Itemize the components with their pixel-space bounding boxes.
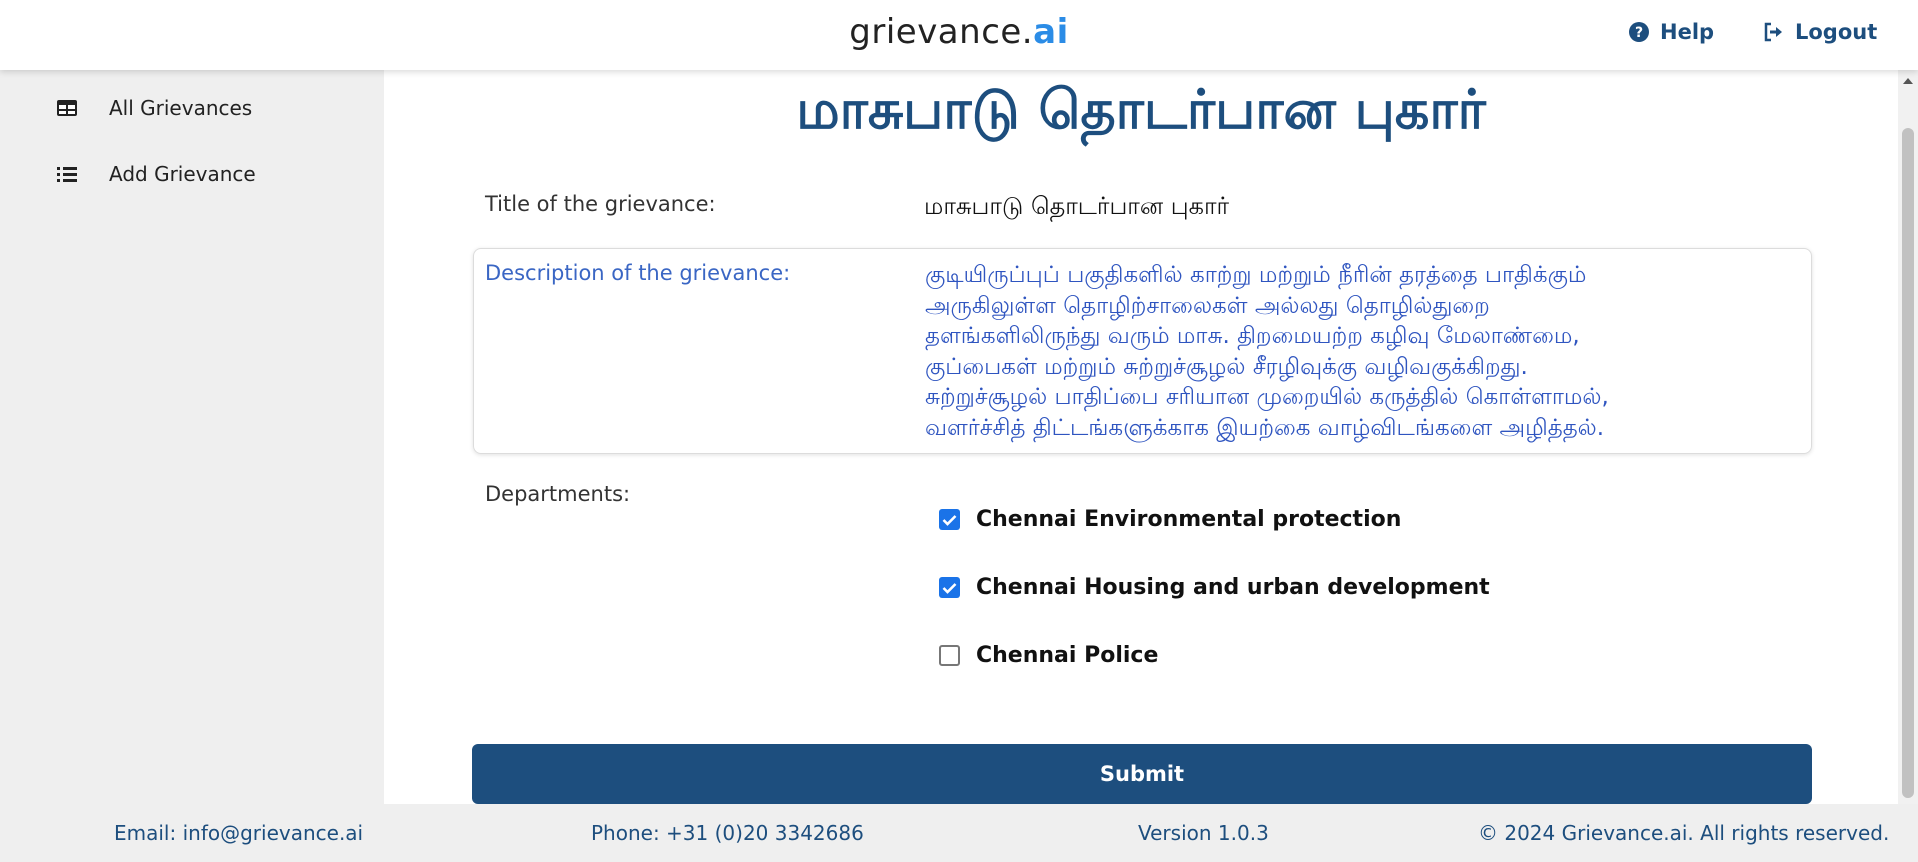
brand-name: grievance. xyxy=(849,12,1034,52)
department-label: Chennai Housing and urban development xyxy=(976,575,1490,600)
checkbox-checked[interactable] xyxy=(939,577,960,598)
description-value: குடியிருப்புப் பகுதிகளில் காற்று மற்றும்… xyxy=(925,262,1609,441)
sidebar-item-label: Add Grievance xyxy=(109,162,256,186)
page-title: மாசுபாடு தொடர்பான புகார் xyxy=(796,78,1486,141)
footer-phone: Phone: +31 (0)20 3342686 xyxy=(591,821,864,845)
department-label: Chennai Police xyxy=(976,643,1159,668)
logout-label: Logout xyxy=(1795,20,1878,44)
sidebar-item-all-grievances[interactable]: All Grievances xyxy=(55,96,252,120)
table-icon xyxy=(55,96,79,120)
description-label: Description of the grievance: xyxy=(485,261,791,285)
sign-out-icon xyxy=(1763,21,1785,43)
submit-button[interactable]: Submit xyxy=(472,744,1812,804)
department-option-environmental[interactable]: Chennai Environmental protection xyxy=(939,507,1401,532)
title-label: Title of the grievance: xyxy=(485,192,716,216)
footer-email[interactable]: Email: info@grievance.ai xyxy=(114,821,363,845)
list-icon xyxy=(55,162,79,186)
description-box[interactable]: Description of the grievance: குடியிருப்… xyxy=(473,248,1812,454)
scrollbar[interactable] xyxy=(1898,70,1918,804)
scroll-thumb[interactable] xyxy=(1902,128,1914,798)
help-label: Help xyxy=(1660,20,1715,44)
top-header: grievance.ai ? Help Logout xyxy=(0,0,1918,70)
checkbox-unchecked[interactable] xyxy=(939,645,960,666)
scroll-up-arrow-icon[interactable] xyxy=(1903,78,1913,84)
footer: Email: info@grievance.ai Phone: +31 (0)2… xyxy=(0,804,1918,862)
sidebar-item-label: All Grievances xyxy=(109,96,253,120)
brand-ai: ai xyxy=(1033,12,1069,52)
footer-version: Version 1.0.3 xyxy=(1138,821,1269,845)
footer-copyright: © 2024 Grievance.ai. All rights reserved… xyxy=(1478,821,1890,845)
main-content: மாசுபாடு தொடர்பான புகார் Title of the gr… xyxy=(384,70,1898,804)
logout-link[interactable]: Logout xyxy=(1763,20,1877,44)
checkbox-checked[interactable] xyxy=(939,509,960,530)
question-circle-icon: ? xyxy=(1628,21,1650,43)
sidebar-item-add-grievance[interactable]: Add Grievance xyxy=(55,162,256,186)
department-option-housing[interactable]: Chennai Housing and urban development xyxy=(939,575,1490,600)
department-option-police[interactable]: Chennai Police xyxy=(939,643,1158,668)
title-value: மாசுபாடு தொடர்பான புகார் xyxy=(924,192,1230,220)
department-label: Chennai Environmental protection xyxy=(976,507,1402,532)
departments-label: Departments: xyxy=(485,482,631,506)
help-link[interactable]: ? Help xyxy=(1628,20,1714,44)
svg-text:?: ? xyxy=(1635,25,1643,41)
sidebar: All Grievances Add Grievance xyxy=(0,70,384,804)
